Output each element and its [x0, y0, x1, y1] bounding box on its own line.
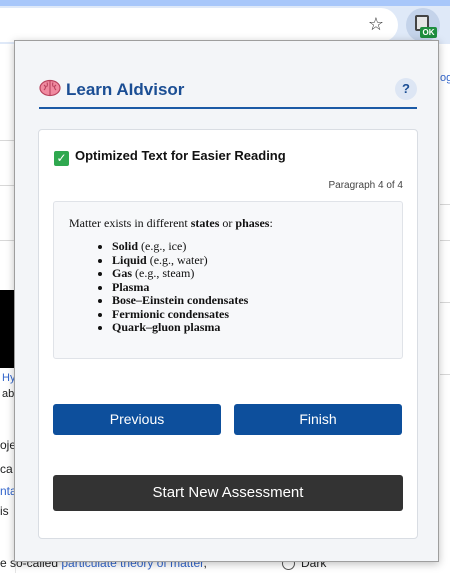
list-item: Fermionic condensates	[112, 306, 248, 322]
brain-icon	[39, 79, 61, 97]
phase-name: Liquid	[112, 252, 147, 267]
check-icon: ✓	[54, 151, 69, 166]
intro-text: or	[219, 216, 236, 230]
phase-name: Quark–gluon plasma	[112, 320, 221, 334]
list-item: Quark–gluon plasma	[112, 320, 248, 335]
phase-name: Solid	[112, 239, 139, 253]
help-button[interactable]: ?	[395, 78, 417, 100]
popup-title: Learn AIdvisor	[66, 80, 185, 99]
list-item: Gas (e.g., steam)	[112, 266, 248, 281]
background-divider	[440, 374, 450, 375]
star-icon[interactable]: ☆	[366, 14, 386, 34]
phase-name: Fermionic condensates	[112, 306, 229, 321]
intro-text: :	[269, 216, 273, 230]
list-item: Solid (e.g., ice)	[112, 239, 248, 254]
reading-card: ✓ Optimized Text for Easier Reading Parag…	[38, 129, 418, 539]
extension-badge: OK	[420, 27, 437, 38]
background-text: is	[0, 504, 9, 518]
background-divider	[440, 204, 450, 205]
finish-button[interactable]: Finish	[234, 404, 402, 435]
background-link[interactable]: og	[440, 72, 450, 84]
background-caption-text: ab	[2, 388, 15, 400]
intro-sentence: Matter exists in different states or pha…	[69, 216, 273, 231]
popup-header: Learn AIdvisor ?	[39, 77, 417, 109]
address-bar[interactable]	[0, 8, 398, 42]
phase-name: Plasma	[112, 279, 150, 294]
list-item: Plasma	[112, 279, 248, 295]
intro-bold-phases: phases	[235, 216, 270, 230]
background-divider	[440, 240, 450, 241]
phase-name: Bose–Einstein condensates	[112, 293, 249, 307]
intro-text: Matter exists in different	[69, 216, 191, 230]
extension-button[interactable]: OK	[406, 8, 440, 42]
list-item: Bose–Einstein condensates	[112, 293, 249, 308]
list-item: Liquid (e.g., water)	[112, 252, 248, 268]
phase-example: (e.g., steam)	[132, 266, 195, 280]
toolbar-accent-line	[0, 0, 450, 6]
start-new-assessment-button[interactable]: Start New Assessment	[53, 475, 403, 511]
card-heading-text: Optimized Text for Easier Reading	[75, 148, 286, 163]
phase-name: Gas	[112, 266, 133, 280]
phase-example: (e.g., ice)	[138, 239, 187, 253]
background-divider	[440, 302, 450, 303]
intro-bold-states: states	[190, 216, 220, 230]
card-heading: ✓ Optimized Text for Easier Reading	[54, 147, 286, 166]
background-text: ca	[0, 462, 13, 476]
paragraph-counter: Paragraph 4 of 4	[328, 180, 404, 191]
extension-popup: Learn AIdvisor ? ✓ Optimized Text for Eas…	[14, 40, 439, 562]
optimized-text-box: Matter exists in different states or pha…	[53, 201, 403, 359]
browser-toolbar: ☆ OK	[0, 0, 450, 44]
phase-list: Solid (e.g., ice) Liquid (e.g., water) G…	[112, 239, 249, 335]
phase-example: (e.g., water)	[146, 252, 208, 267]
previous-button[interactable]: Previous	[53, 404, 221, 435]
